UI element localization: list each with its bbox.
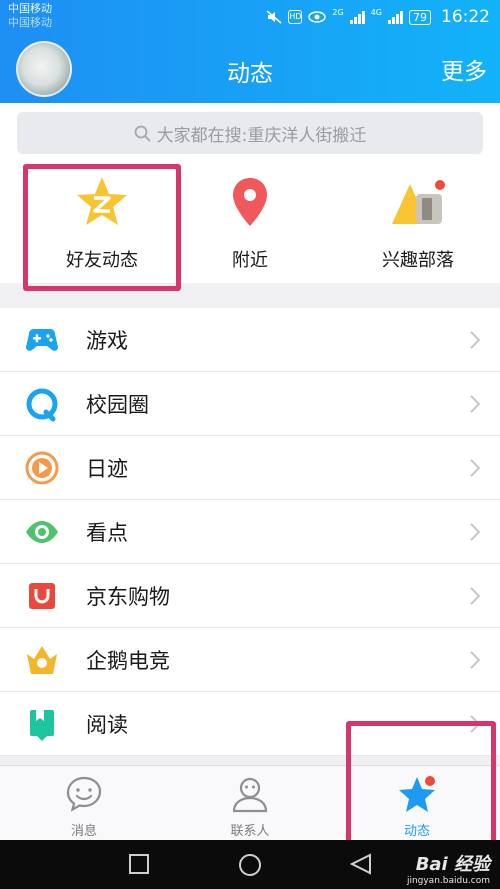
message-icon xyxy=(66,776,102,812)
campus-icon xyxy=(26,388,58,421)
battery-icon: 79 xyxy=(409,9,431,25)
quick-entry-label: 附近 xyxy=(232,250,268,271)
chevron-right-icon xyxy=(470,651,481,669)
highlight-box-feeds-tab xyxy=(346,721,496,847)
chevron-right-icon xyxy=(470,331,481,349)
header-bar: 中国移动 中国移动 HD 2G 4G 79 16:22 动态 更多 xyxy=(0,0,500,103)
list-item-game[interactable]: 游戏 xyxy=(0,308,500,372)
tribe-icon xyxy=(392,178,447,224)
list-item-label: 看点 xyxy=(86,520,128,545)
gamepad-icon xyxy=(26,328,58,351)
carrier-1: 中国移动 xyxy=(8,2,52,15)
jd-bag-icon xyxy=(29,582,55,609)
watermark: Bai 经验 jingyan.baidu.com xyxy=(407,850,490,886)
list-item-kandian[interactable]: 看点 xyxy=(0,500,500,564)
list-item-label: 游戏 xyxy=(86,328,128,353)
list-item-campus[interactable]: 校园圈 xyxy=(0,372,500,436)
tab-contacts[interactable]: 联系人 xyxy=(190,770,310,839)
list-item-label: 校园圈 xyxy=(86,392,149,417)
signal-icon-2 xyxy=(388,10,403,24)
watermark-logo: Bai 经验 xyxy=(415,854,490,875)
carrier-2: 中国移动 xyxy=(8,16,52,29)
chevron-right-icon xyxy=(470,459,481,477)
mute-icon xyxy=(266,10,282,24)
signal-icon-1 xyxy=(349,10,365,24)
list-item-esports[interactable]: 企鹅电竞 xyxy=(0,628,500,692)
hd-icon: HD xyxy=(288,10,303,24)
tab-label: 消息 xyxy=(70,824,97,839)
daily-trace-icon xyxy=(25,451,59,484)
location-pin-icon xyxy=(233,178,267,226)
recents-button-icon[interactable] xyxy=(128,853,150,875)
carrier-labels: 中国移动 中国移动 xyxy=(8,2,52,30)
more-button[interactable]: 更多 xyxy=(441,52,487,86)
feature-list: 游戏 校园圈 日迹 看点 京东购物 企鹅电竞 阅读 xyxy=(0,308,500,756)
network-type-2: 4G xyxy=(370,7,382,17)
page-title: 动态 xyxy=(227,61,273,87)
list-item-label: 企鹅电竞 xyxy=(86,648,170,673)
list-item-label: 日迹 xyxy=(86,456,128,481)
system-icons: HD 2G 4G 79 16:22 xyxy=(266,7,490,27)
clock: 16:22 xyxy=(441,7,490,27)
chevron-right-icon xyxy=(470,523,481,541)
eye-icon xyxy=(26,520,58,543)
book-icon xyxy=(30,709,54,741)
search-bar[interactable]: 大家都在搜:重庆洋人街搬迁 xyxy=(17,112,483,154)
quick-entry-label: 兴趣部落 xyxy=(382,250,454,271)
network-type-1: 2G xyxy=(332,7,344,17)
list-item-label: 阅读 xyxy=(86,712,128,737)
watermark-url: jingyan.baidu.com xyxy=(406,876,490,886)
list-item-label: 京东购物 xyxy=(86,584,170,609)
chevron-right-icon xyxy=(470,395,481,413)
back-button-icon[interactable] xyxy=(350,853,372,875)
system-navigation-bar: Bai 经验 jingyan.baidu.com xyxy=(0,840,500,889)
quick-entry-nearby[interactable]: 附近 xyxy=(170,168,330,288)
highlight-box-friends xyxy=(23,164,181,291)
search-placeholder: 大家都在搜:重庆洋人街搬迁 xyxy=(156,125,367,146)
status-bar: 中国移动 中国移动 HD 2G 4G 79 16:22 xyxy=(0,0,500,34)
search-icon xyxy=(134,125,151,142)
home-button-icon[interactable] xyxy=(238,853,262,877)
list-item-jd-shopping[interactable]: 京东购物 xyxy=(0,564,500,628)
list-item-daily-trace[interactable]: 日迹 xyxy=(0,436,500,500)
quick-entry-tribe[interactable]: 兴趣部落 xyxy=(338,168,498,288)
tab-label: 联系人 xyxy=(230,824,270,839)
eye-comfort-icon xyxy=(308,11,327,23)
esports-crown-icon xyxy=(27,645,57,674)
tab-messages[interactable]: 消息 xyxy=(24,770,144,839)
chevron-right-icon xyxy=(470,587,481,605)
contacts-icon xyxy=(232,777,268,813)
